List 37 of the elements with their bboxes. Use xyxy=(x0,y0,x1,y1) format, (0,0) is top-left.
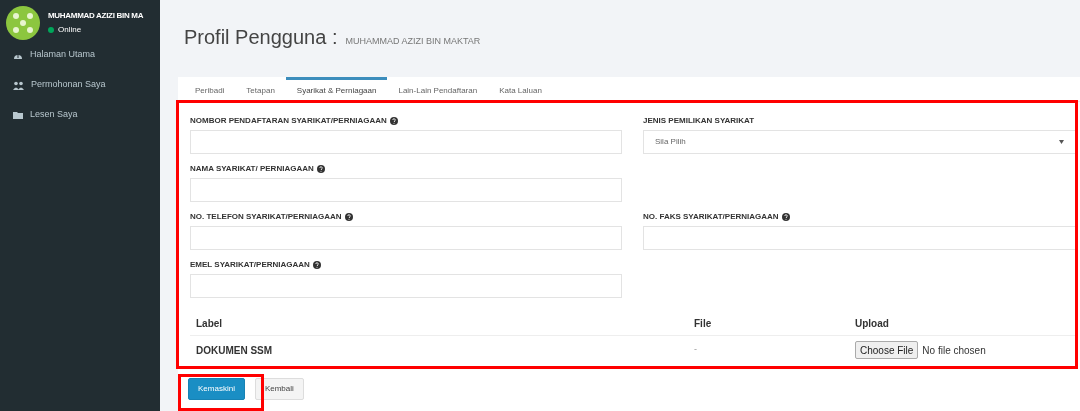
field-label: JENIS PEMILIKAN SYARIKAT xyxy=(643,115,755,127)
choose-file-button[interactable]: Choose File xyxy=(855,341,919,359)
user-name: MUHAMMAD AZIZI BIN MA xyxy=(48,10,144,22)
table-cell-text: DOKUMEN SSM xyxy=(195,343,274,358)
field-label: NAMA SYARIKAT/ PERNIAGAAN xyxy=(190,163,314,175)
sidebar-menu-item[interactable]: Permohonan Saya xyxy=(0,70,160,100)
input-field[interactable] xyxy=(190,274,622,298)
action-button[interactable]: Kemaskini xyxy=(188,378,245,400)
input-field[interactable] xyxy=(190,226,622,250)
tab[interactable]: Tetapan xyxy=(235,77,286,101)
input-field[interactable] xyxy=(190,130,622,154)
file-status-text: No file chosen xyxy=(922,343,986,358)
select-dropdown[interactable]: Sila Pilih xyxy=(643,130,1076,154)
tab[interactable]: Kata Laluan xyxy=(488,77,553,101)
field-label: NO. FAKS SYARIKAT/PERNIAGAAN xyxy=(643,211,779,223)
tab[interactable]: Lain-Lain Pendaftaran xyxy=(387,77,489,101)
field-label: NOMBOR PENDAFTARAN SYARIKAT/PERNIAGAAN xyxy=(190,115,387,127)
tab[interactable]: Syarikat & Perniagaan xyxy=(285,77,388,101)
sidebar-menu-item[interactable]: Halaman Utama xyxy=(0,40,160,70)
avatar-icon xyxy=(6,6,40,40)
column-header: File xyxy=(693,317,713,331)
user-status: Online xyxy=(58,24,82,36)
action-button[interactable]: Kembali xyxy=(254,378,304,400)
field-label: NO. TELEFON SYARIKAT/PERNIAGAAN xyxy=(190,211,342,223)
page-subtitle: MUHAMMAD AZIZI BIN MAKTAR xyxy=(345,35,481,48)
users-icon xyxy=(13,80,24,90)
sidebar-menu-item[interactable]: Lesen Saya xyxy=(0,100,160,130)
field-label: EMEL SYARIKAT/PERNIAGAAN xyxy=(190,259,310,271)
input-field[interactable] xyxy=(190,178,622,202)
folder-icon xyxy=(13,111,23,119)
dropdown-caret-icon xyxy=(1059,140,1064,144)
page-title: Profil Pengguna : xyxy=(184,25,338,50)
column-header: Upload xyxy=(854,317,890,331)
tab[interactable]: Peribadi xyxy=(184,77,236,101)
input-field[interactable] xyxy=(643,226,1076,250)
table-cell-text: - xyxy=(693,343,698,357)
column-header: Label xyxy=(195,317,224,331)
